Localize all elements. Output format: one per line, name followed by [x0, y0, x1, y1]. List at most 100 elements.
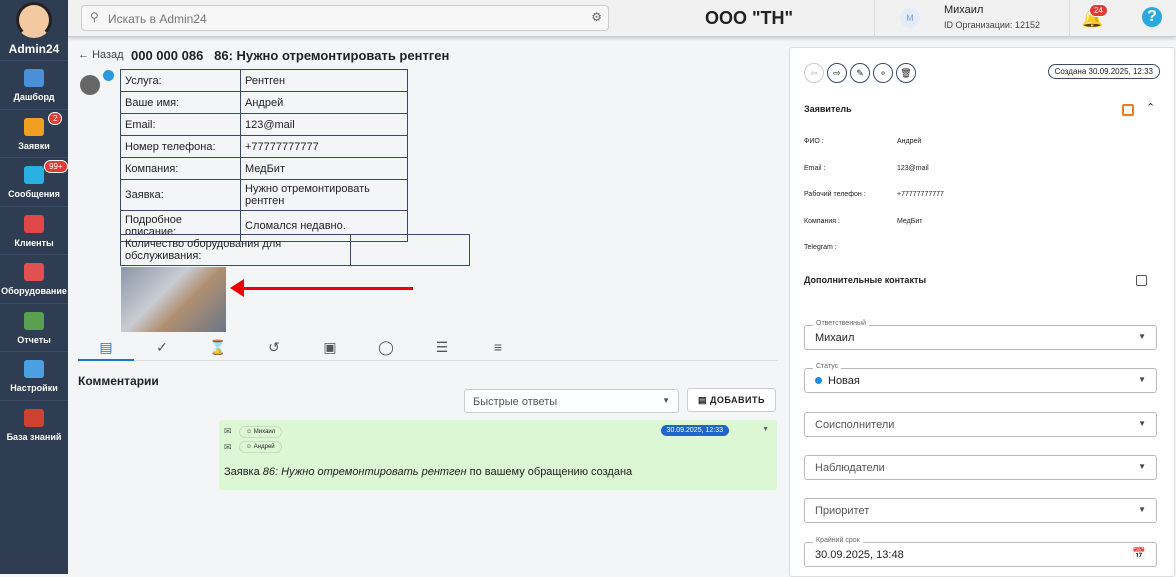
back-label: Назад [92, 49, 124, 61]
sidebar-item[interactable]: Оборудование [0, 254, 68, 303]
message-text: Заявка 86: Нужно отремонтировать рентген… [224, 466, 633, 478]
avatar-logo [16, 2, 52, 38]
observers-select[interactable]: Наблюдатели ▼ [804, 455, 1157, 480]
sidebar-item-label: Оборудование [1, 286, 67, 296]
field-label: Услуга: [120, 69, 241, 92]
help-icon[interactable]: ? [1142, 7, 1162, 27]
deadline-input[interactable]: Крайний срок 30.09.2025, 13:48 📅 [804, 537, 1157, 567]
sidebar-item-icon [24, 408, 44, 427]
field-label: Заявка: [120, 179, 241, 211]
brand-name: Admin24 [8, 42, 60, 56]
field-row: Номер телефона: +77777777777 [120, 135, 408, 158]
trash-icon[interactable]: 🗑 [896, 63, 916, 83]
message-date: 30.09.2025, 12:33 [660, 425, 729, 436]
sidebar-item-icon [24, 263, 44, 281]
chevron-down-icon: ▼ [1138, 375, 1146, 384]
search-placeholder: Искать в Admin24 [108, 12, 207, 26]
tab-comments-icon[interactable]: ▤ [78, 339, 134, 361]
from-chip: ☺ Михаил [239, 426, 283, 438]
tab-check-icon[interactable]: ✓ [134, 339, 190, 356]
applicant-value: Андрей [897, 138, 922, 145]
chevron-down-icon: ▼ [662, 396, 670, 405]
applicant-value: 123@mail [897, 164, 929, 172]
sidebar-item[interactable]: Настройки [0, 351, 68, 400]
logo[interactable]: Admin24 [0, 0, 68, 60]
quick-replies-select[interactable]: Быстрые ответы ▼ [464, 389, 679, 413]
applicant-title: Заявитель [804, 104, 852, 114]
edit-icon[interactable]: ✎ [850, 63, 870, 83]
sidebar-item-label: Клиенты [14, 237, 54, 248]
add-contact-icon[interactable] [1122, 104, 1134, 116]
chevron-down-icon: ▼ [1138, 419, 1146, 428]
ticket-side-panel: ⇦ ⇨ ✎ ⚬ 🗑 Создана 30.09.2025, 12:33 Заяв… [789, 47, 1175, 577]
tab-bulb-icon[interactable]: ◯ [358, 339, 414, 356]
applicant-label: Email : [804, 164, 826, 172]
sidebar-item-label: Дашборд [13, 92, 55, 102]
sidebar-item[interactable]: База знаний [0, 399, 68, 449]
extra-contacts-title: Дополнительные контакты [804, 275, 927, 285]
equipment-value[interactable] [350, 234, 470, 266]
applicant-value: МедБит [897, 217, 923, 225]
xray-photo-thumbnail[interactable] [121, 267, 226, 332]
bell-icon[interactable]: 🔔 24 [1081, 4, 1108, 29]
field-row: Email: 123@mail [120, 113, 408, 136]
tab-checklist-icon[interactable]: ☰ [414, 339, 470, 356]
tab-text-icon[interactable]: ≡ [470, 339, 526, 355]
responsible-select[interactable]: Ответственный Михаил ▼ [804, 320, 1157, 350]
tag-icon[interactable]: ⚬ [873, 63, 893, 83]
sidebar-item[interactable]: Сообщения 99+ [0, 157, 68, 206]
field-label: Компания: [120, 157, 241, 180]
add-comment-button[interactable]: ▤ ДОБАВИТЬ [687, 388, 776, 412]
applicant-label: Рабочий телефон : [804, 191, 866, 198]
applicant-label: ФИО : [804, 138, 824, 145]
applicant-label: Компания : [804, 217, 840, 225]
telegram-icon [103, 70, 114, 81]
field-value: +77777777777 [240, 135, 408, 158]
search-input[interactable]: ⚲ Искать в Admin24 ⚙ [81, 5, 609, 31]
coexecutors-select[interactable]: Соисполнители ▼ [804, 412, 1157, 437]
chevron-up-icon[interactable]: ⌃ [1146, 101, 1155, 114]
notification-badge: 24 [1089, 4, 1108, 17]
field-value: Андрей [240, 91, 408, 114]
sidebar-item-icon [24, 69, 44, 87]
chevron-down-icon: ▼ [1138, 332, 1146, 341]
field-label: Номер телефона: [120, 135, 241, 158]
chevron-down-icon: ▼ [1138, 462, 1146, 471]
user-menu[interactable]: M Михаил ID Организации: 12152 [874, 0, 1070, 37]
sidebar-item[interactable]: Клиенты [0, 205, 68, 255]
gear-icon[interactable]: ⚙ [591, 10, 602, 24]
forward-icon[interactable]: ⇨ [827, 63, 847, 83]
equipment-label: Количество оборудования для обслуживания… [120, 234, 351, 266]
field-row: Ваше имя: Андрей [120, 91, 408, 114]
sidebar-item-label: Настройки [10, 383, 58, 393]
status-select[interactable]: Статус Новая ▼ [804, 363, 1157, 393]
field-row: Заявка: Нужно отремонтировать рентген [120, 179, 408, 211]
ticket-tabs: ▤ ✓ ⌛ ↺ ▣ ◯ ☰ ≡ [78, 335, 778, 361]
message-menu-icon[interactable]: ▼ [762, 426, 769, 433]
sidebar-item-icon [24, 166, 44, 184]
sidebar: Admin24 Дашборд Заявки 2 Сообщения 99+ Клиент… [0, 0, 68, 574]
sidebar-item[interactable]: Заявки 2 [0, 108, 68, 158]
red-arrow [233, 287, 413, 290]
user-icon [80, 75, 100, 95]
field-label: Email: [120, 113, 241, 136]
tab-devices-icon[interactable]: ▣ [302, 339, 358, 356]
applicant-label: Telegram : [804, 244, 837, 251]
priority-select[interactable]: Приоритет ▼ [804, 498, 1157, 523]
sidebar-item-label: Сообщения [8, 189, 60, 199]
sidebar-item[interactable]: Отчеты [0, 302, 68, 352]
sidebar-badge: 99+ [44, 160, 68, 173]
add-extra-contact-icon[interactable] [1136, 275, 1147, 286]
sidebar-item-icon [24, 214, 44, 233]
sidebar-item[interactable]: Дашборд [0, 60, 68, 109]
back-button[interactable]: ← Назад [78, 49, 124, 61]
sidebar-item-icon [24, 117, 44, 136]
field-value: 123@mail [240, 113, 408, 136]
reply-icon[interactable]: ⇦ [804, 63, 824, 83]
sidebar-badge: 2 [48, 111, 63, 125]
equipment-table: Количество оборудования для обслуживания… [120, 234, 470, 266]
tab-hourglass-icon[interactable]: ⌛ [190, 339, 246, 356]
status-dot [815, 377, 822, 384]
tab-history-icon[interactable]: ↺ [246, 339, 302, 356]
ticket-fields-table: Услуга: Рентген Ваше имя: Андрей Email: 123@m… [120, 69, 408, 242]
